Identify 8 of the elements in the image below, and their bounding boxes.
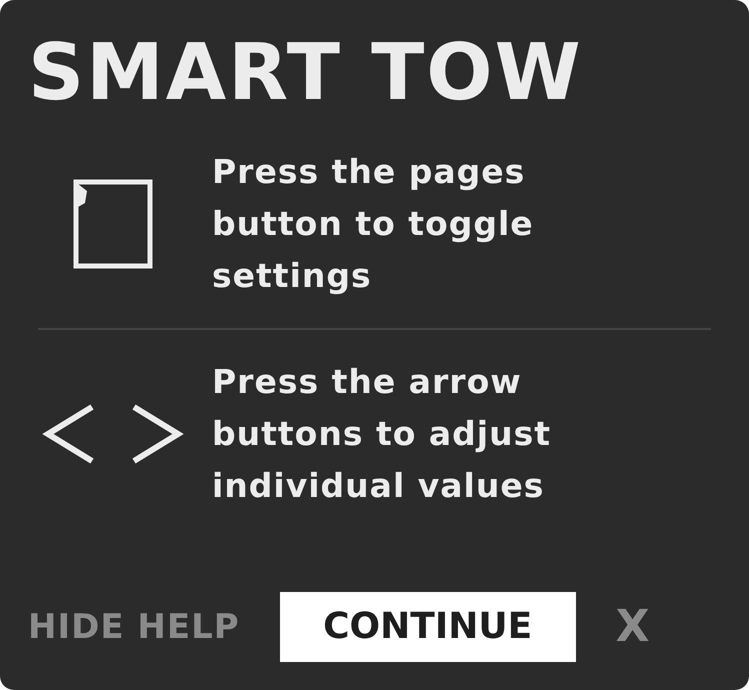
hide-help-button[interactable]: HIDE HELP (28, 602, 240, 652)
help-text: Press the pages button to toggle settings (212, 151, 535, 297)
continue-button[interactable]: CONTINUE (280, 592, 576, 662)
close-button[interactable]: X (616, 594, 650, 660)
dialog-title: SMART TOW (28, 28, 584, 118)
chevrons-icon (42, 403, 184, 465)
help-text: Press the arrow buttons to adjust individual values (212, 361, 552, 507)
page-icon (73, 179, 153, 269)
